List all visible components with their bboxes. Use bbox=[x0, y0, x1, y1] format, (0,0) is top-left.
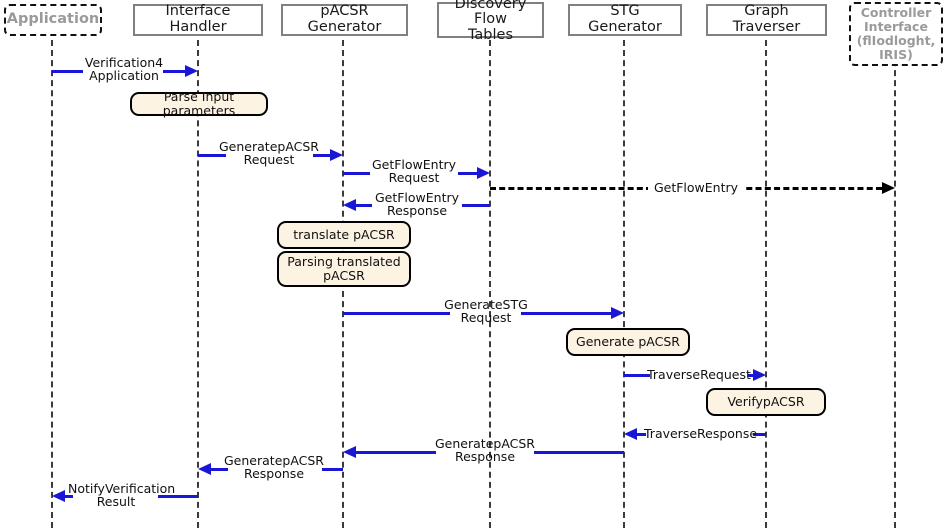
message-arrowhead bbox=[52, 490, 65, 502]
message-arrowhead bbox=[624, 428, 637, 440]
message-label: GeneratepACSR Request bbox=[219, 139, 319, 168]
message-label: TraverseRequest bbox=[647, 367, 751, 382]
lifeline-traverser bbox=[765, 40, 767, 528]
participant-flowtables[interactable]: Discovery Flow Tables bbox=[437, 0, 544, 43]
action-box-translate-pacsr[interactable]: translate pACSR bbox=[277, 221, 411, 249]
sequence-diagram-canvas: Application Interface Handler pACSR Genera… bbox=[0, 0, 948, 530]
message-arrowhead bbox=[611, 307, 624, 319]
message-line bbox=[322, 467, 343, 471]
participant-stg[interactable]: STG Generator bbox=[568, 4, 682, 36]
message-label: GetFlowEntry Response bbox=[374, 190, 460, 219]
message-line bbox=[737, 187, 882, 190]
lifeline-stg bbox=[623, 40, 625, 528]
message-line bbox=[343, 311, 450, 315]
message-label: GetFlowEntry Request bbox=[371, 157, 457, 186]
lifeline-controller bbox=[894, 40, 896, 528]
message-line bbox=[534, 450, 624, 454]
message-line bbox=[521, 311, 611, 315]
message-arrowhead bbox=[882, 182, 895, 194]
message-line bbox=[462, 203, 490, 207]
action-box-verify-pacsr[interactable]: VerifypACSR bbox=[706, 388, 826, 416]
message-arrowhead bbox=[185, 65, 198, 77]
action-box-parsing-translated[interactable]: Parsing translated pACSR bbox=[277, 251, 411, 287]
message-line bbox=[356, 450, 436, 454]
message-arrowhead bbox=[198, 463, 211, 475]
participant-application[interactable]: Application bbox=[4, 4, 102, 36]
message-label: TraverseResponse bbox=[644, 426, 758, 441]
participant-pacsr[interactable]: pACSR Generator bbox=[281, 4, 408, 36]
message-arrowhead bbox=[343, 446, 356, 458]
participant-interface[interactable]: Interface Handler bbox=[133, 4, 263, 36]
message-line bbox=[52, 69, 83, 73]
message-label: GeneratepACSR Response bbox=[224, 453, 324, 482]
action-box-generate-pacsr[interactable]: Generate pACSR bbox=[566, 328, 690, 356]
message-arrowhead bbox=[343, 199, 356, 211]
message-arrowhead bbox=[330, 149, 343, 161]
participant-controller[interactable]: Controller Interface (flIodloght, IRIS) bbox=[849, 2, 943, 66]
message-arrowhead bbox=[477, 167, 490, 179]
message-line bbox=[490, 187, 652, 190]
participant-traverser[interactable]: Graph Traverser bbox=[706, 4, 827, 36]
message-label: NotifyVerification Result bbox=[68, 481, 176, 510]
message-arrowhead bbox=[753, 369, 766, 381]
lifeline-application bbox=[51, 40, 53, 528]
message-label: GenerateSTG Request bbox=[444, 297, 528, 326]
message-label: GetFlowEntry bbox=[648, 181, 744, 194]
action-box-parse-input-parameters[interactable]: Parse Input parameters bbox=[130, 90, 268, 118]
message-label: Verification4 Application bbox=[84, 55, 164, 84]
message-label: GeneratepACSR Response bbox=[435, 436, 535, 465]
